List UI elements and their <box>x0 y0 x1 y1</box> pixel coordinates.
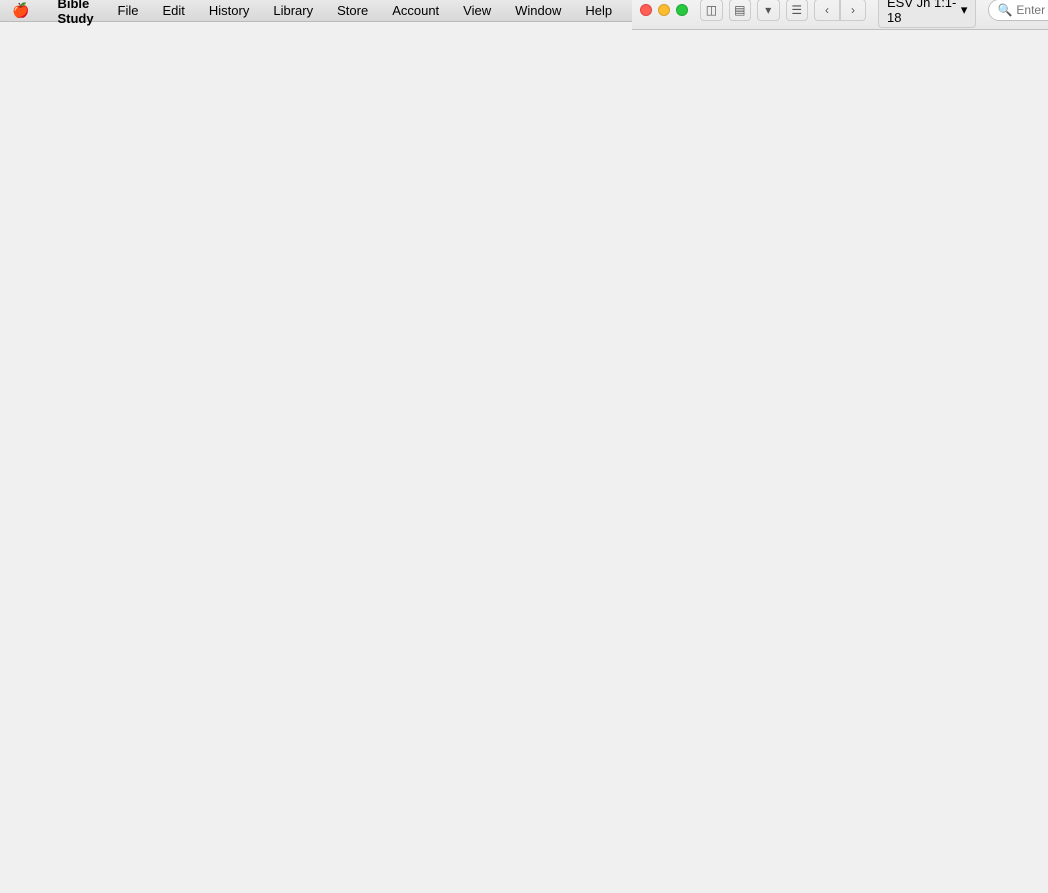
maximize-window-button[interactable] <box>676 4 688 16</box>
menu-history[interactable]: History <box>205 3 253 18</box>
menu-view[interactable]: View <box>459 3 495 18</box>
menu-account[interactable]: Account <box>388 3 443 18</box>
menu-edit[interactable]: Edit <box>159 3 189 18</box>
menu-help[interactable]: Help <box>581 3 616 18</box>
window-controls <box>640 4 688 16</box>
search-input[interactable] <box>1016 3 1048 17</box>
dropdown-toggle-button[interactable]: ▾ <box>757 0 779 21</box>
list-view-button[interactable]: ☰ <box>786 0 808 21</box>
nav-back-button[interactable]: ‹ <box>814 0 840 21</box>
menu-library[interactable]: Library <box>269 3 317 18</box>
search-icon: 🔍 <box>997 3 1012 17</box>
search-bar[interactable]: 🔍 <box>988 0 1048 21</box>
close-window-button[interactable] <box>640 4 652 16</box>
app-name[interactable]: Bible Study <box>53 0 97 26</box>
apple-menu[interactable]: 🍎 <box>8 2 33 19</box>
panel-toggle-button[interactable]: ▤ <box>729 0 751 21</box>
menu-file[interactable]: File <box>114 3 143 18</box>
menu-window[interactable]: Window <box>511 3 565 18</box>
main-toolbar: ◫ ▤ ▾ ☰ ‹ › ESV Jn 1:1-18 ▾ 🔍 ⊞ <box>632 0 1048 30</box>
verse-selector[interactable]: ESV Jn 1:1-18 ▾ <box>878 0 976 28</box>
sidebar-toggle-button[interactable]: ◫ <box>700 0 722 21</box>
verse-dropdown-icon: ▾ <box>961 2 968 18</box>
verse-label: ESV Jn 1:1-18 <box>887 0 957 25</box>
menu-store[interactable]: Store <box>333 3 372 18</box>
menu-bar: 🍎 Bible Study File Edit History Library … <box>0 0 1048 22</box>
minimize-window-button[interactable] <box>658 4 670 16</box>
nav-forward-button[interactable]: › <box>840 0 866 21</box>
